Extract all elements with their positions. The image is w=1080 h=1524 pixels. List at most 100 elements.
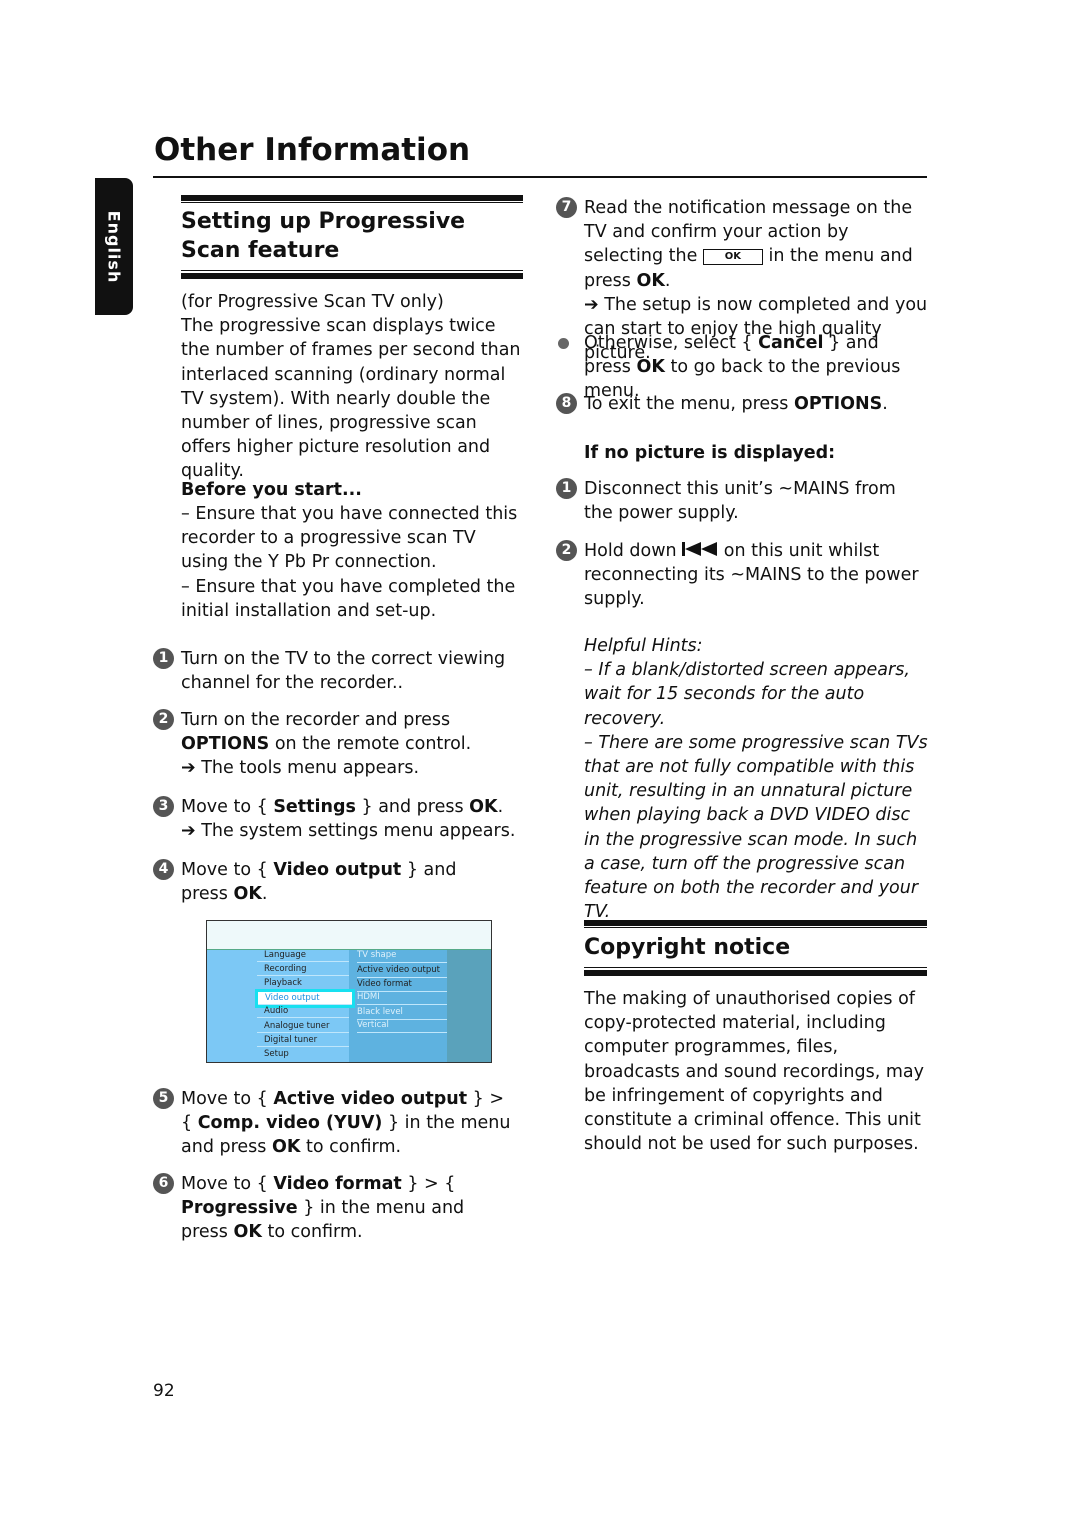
hint-2: – There are some progressive scan TVs th… xyxy=(584,732,928,923)
text-segment: (for Progressive Scan TV only) xyxy=(181,292,444,312)
step-number-7: 7 xyxy=(556,197,577,218)
hint-1: – If a blank/distorted screen appears, w… xyxy=(584,660,910,729)
text-segment: Disconnect this unit’s ~MAINS from the p… xyxy=(584,479,896,524)
step-number-6: 6 xyxy=(153,1173,174,1194)
text-segment: ➔ The tools menu appears. xyxy=(181,758,420,779)
bold-term: OK xyxy=(233,884,262,905)
before-heading: Before you start... xyxy=(181,480,362,500)
bullet-dot-icon xyxy=(558,338,569,349)
bold-term: OPTIONS xyxy=(181,734,270,755)
ok-button-graphic: OK xyxy=(702,249,763,266)
text-segment: Move to { xyxy=(181,797,274,817)
bold-term: OK xyxy=(271,1137,301,1158)
section-title: Setting up Progressive Scan feature xyxy=(181,209,466,263)
text-segment: Turn on the TV to the correct viewing ch… xyxy=(181,649,506,694)
helpful-hints: Helpful Hints: – If a blank/distorted sc… xyxy=(584,634,929,924)
menu-item-analogue-tuner: Analogue tuner xyxy=(257,1020,349,1033)
bold-term: OPTIONS xyxy=(793,394,883,414)
text-segment: – Ensure that you have connected this re… xyxy=(181,504,518,573)
copyright-text: The making of unauthorised copies of cop… xyxy=(584,989,924,1155)
text-segment: to confirm. xyxy=(300,1137,402,1158)
text-segment: } and press xyxy=(355,797,470,817)
submenu-item-active-video-output: Active video output xyxy=(357,964,447,978)
text-segment: Turn on the recorder and press xyxy=(181,710,451,730)
menu-item-playback: Playback xyxy=(257,977,349,990)
menu-header-band xyxy=(207,921,491,950)
step-number-3: 3 xyxy=(153,796,174,817)
copyright-rule-top-thin xyxy=(584,927,927,928)
section-rule-top-thin xyxy=(181,202,523,203)
bold-term: Comp. video (YUV) xyxy=(197,1113,383,1134)
menu-right-panel xyxy=(447,950,491,1062)
ok-key: OK xyxy=(636,270,665,291)
step-8: To exit the menu, press OPTIONS. xyxy=(584,392,929,416)
title-rule xyxy=(153,176,927,178)
text-segment: on the remote control. xyxy=(269,734,472,755)
submenu-item-tv-shape: TV shape xyxy=(357,949,447,963)
bold-term: Video output xyxy=(273,860,402,880)
step-number-5: 5 xyxy=(153,1088,174,1109)
copyright-rule-bottom xyxy=(584,970,927,976)
step-7-end: . xyxy=(664,270,671,291)
step-number-1: 1 xyxy=(153,648,174,669)
np-step-number-2: 2 xyxy=(556,540,577,561)
step-3: Move to { Settings } and press OK. ➔ The … xyxy=(181,795,526,843)
text-segment: Otherwise, select { xyxy=(584,333,759,353)
text-segment: to confirm. xyxy=(261,1222,363,1243)
text-segment: . xyxy=(261,884,268,905)
bold-term: OK xyxy=(233,1222,262,1243)
menu-item-language: Language xyxy=(257,949,349,962)
np-step-2-text: Hold down xyxy=(584,541,683,561)
step-2: Turn on the recorder and press OPTIONS o… xyxy=(181,708,526,781)
bold-term: Video format xyxy=(273,1174,402,1194)
bold-term: OK xyxy=(636,357,665,378)
page-title: Other Information xyxy=(154,132,471,168)
hints-title: Helpful Hints: xyxy=(584,636,703,656)
step-number-2: 2 xyxy=(153,709,174,730)
text-segment: Move to { xyxy=(181,1174,274,1194)
np-step-2: Hold down on this unit whilst reconnecti… xyxy=(584,539,929,612)
section-rule-top xyxy=(181,195,523,201)
copyright-title: Copyright notice xyxy=(584,935,791,960)
copyright-rule-bottom-thin xyxy=(584,967,927,968)
language-tab-label: English xyxy=(104,210,124,283)
bold-term: Settings xyxy=(273,797,356,817)
text-segment: Move to { xyxy=(181,860,274,880)
step-1: Turn on the TV to the correct viewing ch… xyxy=(181,647,526,695)
language-tab: English xyxy=(95,178,133,315)
text-segment: – Ensure that you have completed the ini… xyxy=(181,576,516,621)
submenu-item-black-level: Black level xyxy=(357,1006,447,1020)
bold-term: OK xyxy=(469,797,498,817)
before-list: – Ensure that you have connected this re… xyxy=(181,502,526,623)
text-segment: ➔ The system settings menu appears. xyxy=(181,821,516,842)
np-step-number-1: 1 xyxy=(556,478,577,499)
previous-track-icon xyxy=(682,542,718,556)
menu-item-setup: Setup xyxy=(264,1049,289,1059)
step-4: Move to { Video output } and press OK. xyxy=(181,858,501,906)
step-number-4: 4 xyxy=(153,859,174,880)
submenu-item-vertical: Vertical xyxy=(357,1019,447,1033)
page-number: 92 xyxy=(153,1381,175,1401)
manual-page: Other Information English Setting up Pro… xyxy=(0,0,1080,1524)
step-6: Move to { Video format } > { Progressive… xyxy=(181,1172,511,1245)
section-rule-bottom xyxy=(181,273,523,279)
text-segment: The progressive scan displays twice the … xyxy=(181,316,521,482)
menu-item-audio: Audio xyxy=(257,1005,349,1018)
menu-item-recording: Recording xyxy=(257,963,349,976)
no-picture-heading: If no picture is displayed: xyxy=(584,443,836,463)
menu-item-video-output: Video output xyxy=(255,989,355,1008)
intro-paragraph: (for Progressive Scan TV only) The progre… xyxy=(181,290,526,484)
text-segment: } > { xyxy=(401,1174,456,1194)
step-5: Move to { Active video output } > { Comp… xyxy=(181,1087,511,1160)
bold-term: Cancel xyxy=(758,333,824,353)
copyright-rule-top xyxy=(584,920,927,926)
section-rule-bottom-thin xyxy=(181,270,523,271)
submenu-item-hdmi: HDMI xyxy=(357,991,447,1005)
text-segment: To exit the menu, press xyxy=(584,394,794,414)
menu-item-digital-tuner: Digital tuner xyxy=(257,1034,349,1047)
np-step-1: Disconnect this unit’s ~MAINS from the p… xyxy=(584,477,929,525)
settings-menu-screenshot: Language Recording Playback Video output… xyxy=(206,920,492,1063)
bold-term: Active video output xyxy=(273,1089,468,1109)
submenu-item-video-format: Video format xyxy=(357,978,447,992)
text-segment: . xyxy=(497,797,504,817)
